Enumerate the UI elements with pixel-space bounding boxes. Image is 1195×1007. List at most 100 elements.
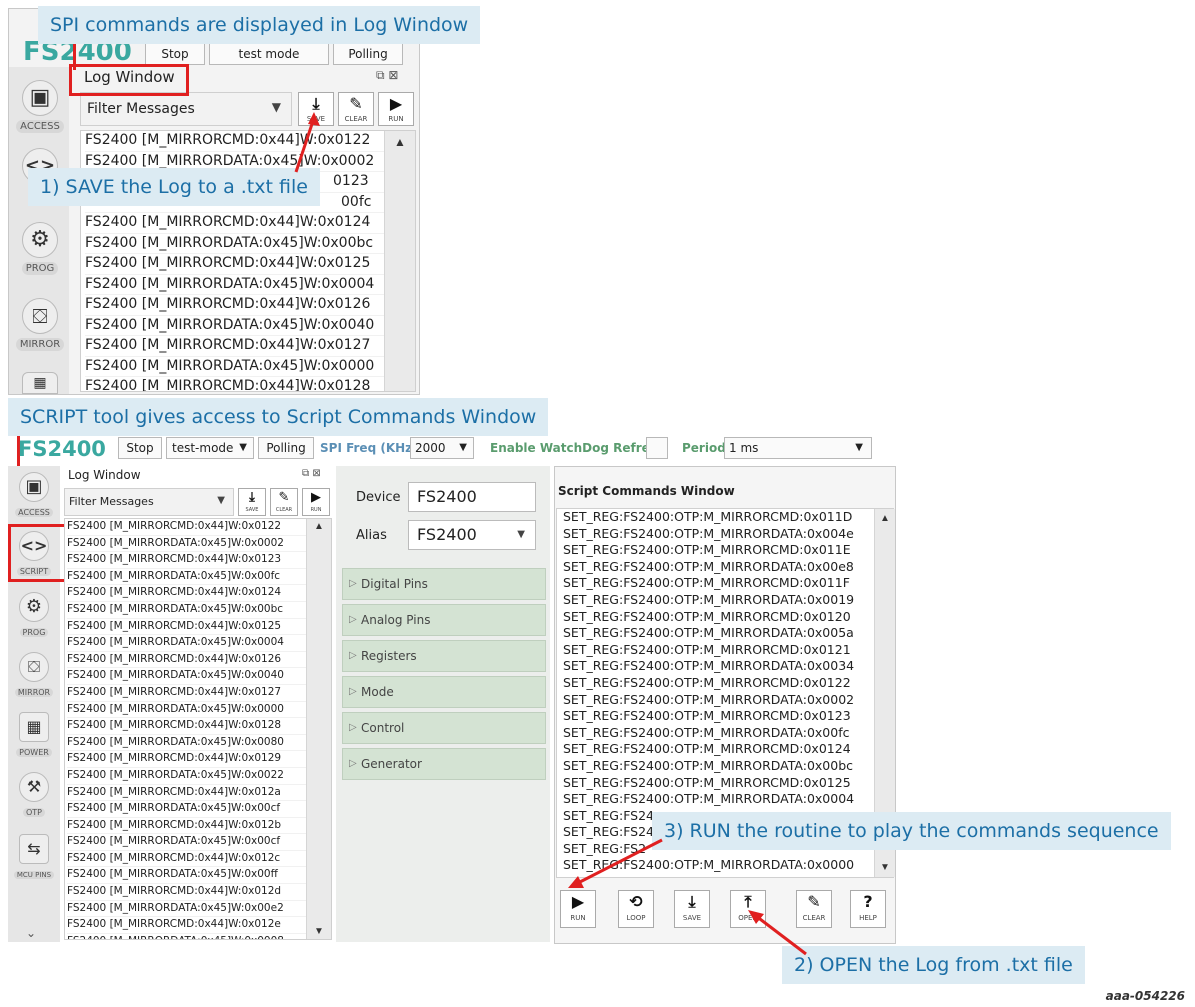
script-row: SET_REG:FS2400:OTP:M_MIRRORCMD:0x011D bbox=[563, 509, 853, 524]
save-arrow bbox=[294, 112, 320, 173]
scroll-down-icon[interactable]: ▼ bbox=[875, 862, 895, 873]
scroll-up-icon[interactable]: ▲ bbox=[385, 135, 415, 149]
sidebar-item-mcu-pins[interactable]: ⇆ MCU PINS bbox=[8, 834, 60, 882]
script-row: SET_REG:FS2400:OTP:M_MIRRORCMD:0x011E bbox=[563, 542, 851, 558]
log-row: FS2400 [M_MIRRORDATA:0x45]W:0x0040 bbox=[67, 668, 331, 685]
section-mode[interactable]: ▷ Mode bbox=[342, 676, 546, 708]
calculator-icon: ▦ bbox=[22, 372, 58, 394]
chevron-down-icon: ▼ bbox=[217, 495, 225, 506]
log-row: FS2400 [M_MIRRORDATA:0x45]W:0x0080 bbox=[67, 735, 331, 752]
polling-button[interactable]: Polling bbox=[258, 437, 314, 459]
sidebar-item-access[interactable]: ▣ ACCESS bbox=[12, 80, 68, 134]
save-button[interactable]: ⤓ SAVE bbox=[238, 488, 266, 516]
log-row: FS2400 [M_MIRRORDATA:0x45]W:0x00bc bbox=[67, 602, 331, 619]
run-arrow bbox=[568, 838, 663, 888]
polling-button[interactable]: Polling bbox=[333, 43, 403, 65]
alias-select[interactable]: FS2400 ▼ bbox=[408, 520, 536, 550]
log-row: FS2400 [M_MIRRORCMD:0x44]W:0x012e bbox=[67, 917, 331, 934]
script-row: SET_REG:FS2400:OTP:M_MIRRORDATA:0x00e8 bbox=[563, 558, 854, 574]
chevron-right-icon: ▷ bbox=[349, 578, 357, 589]
callout-log-window: SPI commands are displayed in Log Window bbox=[38, 6, 481, 44]
script-window-title: Script Commands Window bbox=[558, 484, 735, 498]
clear-button[interactable]: ✎ CLEAR bbox=[270, 488, 298, 516]
scroll-up-icon[interactable]: ▲ bbox=[875, 513, 895, 524]
log-list[interactable]: FS2400 [M_MIRRORCMD:0x44]W:0x0122 FS2400 … bbox=[64, 518, 332, 940]
app-title: FS2400 bbox=[18, 437, 106, 461]
device-field[interactable]: FS2400 bbox=[408, 482, 536, 512]
log-row: FS2400 [M_MIRRORCMD:0x44]W:0x0126 bbox=[67, 652, 331, 669]
script-row: SET_REG:FS2400:OTP:M_MIRRORDATA:0x00bc bbox=[563, 757, 854, 773]
chevron-right-icon: ▷ bbox=[349, 758, 357, 769]
log-row: FS2400 [M_MIRRORDATA:0x45]W:0x00ff bbox=[67, 867, 331, 885]
mode-select[interactable]: test-mode ▼ bbox=[166, 437, 254, 459]
gear-icon: ⚙ bbox=[19, 592, 49, 622]
code-icon: <> bbox=[19, 531, 49, 561]
spi-freq-select[interactable]: 2000 ▼ bbox=[410, 437, 474, 459]
sidebar-item-prog[interactable]: ⚙ PROG bbox=[12, 222, 68, 276]
section-digital-pins[interactable]: ▷ Digital Pins bbox=[342, 568, 546, 600]
figure-id: aaa-054226 bbox=[1105, 989, 1185, 1003]
watchdog-checkbox[interactable] bbox=[646, 437, 668, 459]
window-controls[interactable]: ⧉ ⊠ bbox=[302, 468, 321, 479]
sidebar-item-label: MIRROR bbox=[15, 338, 65, 351]
log-row: FS2400 [M_MIRRORDATA:0x45]W:0x0040 bbox=[85, 316, 415, 336]
chevron-down-icon: ▼ bbox=[855, 442, 863, 453]
sidebar-item-prog[interactable]: ⚙ PROG bbox=[8, 592, 60, 640]
clear-button[interactable]: ✎ CLEAR bbox=[338, 92, 374, 126]
log-row: FS2400 [M_MIRRORCMD:0x44]W:0x012b bbox=[67, 818, 331, 835]
log-row: FS2400 [M_MIRRORDATA:0x45]W:0x00bc bbox=[85, 234, 415, 254]
run-button[interactable]: ▶ RUN bbox=[302, 488, 330, 516]
sidebar-item-mirror[interactable]: ⛋ MIRROR bbox=[12, 298, 68, 352]
log-scrollbar[interactable]: ▲ ▼ bbox=[306, 519, 331, 939]
log-row: FS2400 [M_MIRRORDATA:0x45]W:0x00cf bbox=[67, 801, 331, 818]
log-row: FS2400 [M_MIRRORCMD:0x44]W:0x0125 bbox=[85, 254, 415, 275]
callout-run: 3) RUN the routine to play the commands … bbox=[652, 812, 1171, 850]
scroll-up-icon[interactable]: ▲ bbox=[307, 521, 331, 532]
chevron-down-icon: ▼ bbox=[271, 100, 281, 114]
mode-select[interactable]: test mode bbox=[209, 43, 329, 65]
stop-button[interactable]: Stop bbox=[145, 43, 205, 65]
log-row: FS2400 [M_MIRRORDATA:0x45]W:0x00cf bbox=[67, 834, 331, 851]
filter-messages-select[interactable]: Filter Messages ▼ bbox=[80, 92, 292, 126]
script-row: SET_REG:FS2400:OTP:M_MIRRORDATA:0x005a bbox=[563, 625, 854, 641]
download-icon: ⤓ bbox=[688, 892, 696, 911]
broom-icon: ✎ bbox=[349, 94, 363, 113]
script-row: SET_REG:FS2400:OTP:M_MIRRORDATA:0x0034 bbox=[563, 658, 855, 674]
watchdog-label: Enable WatchDog Refresh bbox=[490, 441, 666, 455]
log-row: FS2400 [M_MIRRORCMD:0x44]W:0x0128 bbox=[85, 377, 415, 391]
section-registers[interactable]: ▷ Registers bbox=[342, 640, 546, 672]
script-save-button[interactable]: ⤓ SAVE bbox=[674, 890, 710, 928]
window-controls[interactable]: ⧉ ⊠ bbox=[376, 68, 398, 83]
log-window-highlight bbox=[69, 64, 189, 96]
section-generator[interactable]: ▷ Generator bbox=[342, 748, 546, 780]
scroll-down-icon[interactable]: ▼ bbox=[307, 926, 331, 937]
period-select[interactable]: 1 ms ▼ bbox=[724, 437, 872, 459]
section-control[interactable]: ▷ Control bbox=[342, 712, 546, 744]
sidebar-item-mirror[interactable]: ⛋ MIRROR bbox=[8, 652, 60, 700]
log-row: FS2400 [M_MIRRORCMD:0x44]W:0x0128 bbox=[67, 718, 331, 735]
run-button[interactable]: ▶ RUN bbox=[378, 92, 414, 126]
script-help-button[interactable]: ? HELP bbox=[850, 890, 886, 928]
log-scrollbar[interactable]: ▲ bbox=[384, 131, 415, 391]
sidebar-item-label: ACCESS bbox=[16, 120, 64, 133]
section-analog-pins[interactable]: ▷ Analog Pins bbox=[342, 604, 546, 636]
sidebar-item-otp[interactable]: ⚒ OTP bbox=[8, 772, 60, 820]
open-arrow bbox=[748, 910, 807, 956]
sidebar-item-power[interactable]: ▦ bbox=[12, 372, 68, 394]
period-label: Period bbox=[682, 441, 726, 455]
log-row: FS2400 [M_MIRRORCMD:0x44]W:0x0125 bbox=[67, 619, 331, 636]
script-row: SET_REG:FS2400:OTP:M_MIRRORDATA:0x0002 bbox=[563, 691, 855, 707]
sidebar-item-script[interactable]: <> SCRIPT bbox=[8, 531, 60, 579]
script-row: SET_REG:FS2400:OTP:M_MIRRORCMD:0x0124 bbox=[563, 741, 851, 757]
sidebar-item-power[interactable]: ▦ POWER bbox=[8, 712, 60, 760]
sidebar-item-access[interactable]: ▣ ACCESS bbox=[8, 472, 60, 520]
script-row: SET_REG:FS2400:OTP:M_MIRRORCMD:0x0122 bbox=[563, 674, 851, 690]
filter-messages-select[interactable]: Filter Messages ▼ bbox=[64, 488, 234, 516]
stop-button[interactable]: Stop bbox=[118, 437, 162, 459]
help-icon: ? bbox=[863, 892, 873, 911]
play-icon: ▶ bbox=[389, 94, 403, 113]
download-icon: ⤓ bbox=[249, 490, 255, 505]
script-row: SET_REG:FS2400:OTP:M_MIRRORDATA:0x004e bbox=[563, 525, 854, 541]
sidebar-more-icon[interactable]: ⌄ bbox=[26, 926, 36, 940]
script-row: SET_REG:FS2400:OTP:M_MIRRORCMD:0x011F bbox=[563, 575, 850, 591]
